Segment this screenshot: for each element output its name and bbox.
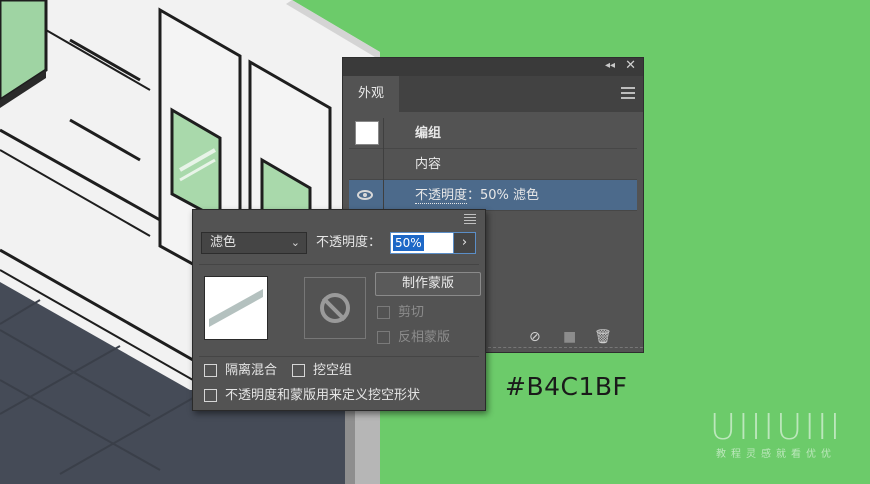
opacity-input[interactable]: 50% [390,232,454,254]
clip-label: 剪切 [398,305,425,320]
group-label: 编组 [415,126,442,141]
clear-appearance-icon[interactable]: ⊘ [529,330,541,344]
list-item-contents[interactable]: 内容 [349,149,637,180]
no-mask-icon [320,293,350,323]
blend-mode-value: 滤色 [210,235,237,250]
blend-mode-select[interactable]: 滤色 ⌄ [201,232,307,254]
opacity-slider-button[interactable]: › [454,232,476,254]
color-hex-label: #B4C1BF [505,372,628,401]
knockout-group-label: 挖空组 [313,363,353,378]
duplicate-item-icon[interactable]: ■ [563,330,576,344]
trash-icon[interactable]: 🗑 [594,330,612,344]
make-mask-button[interactable]: 制作蒙版 [375,272,481,296]
divider [199,356,479,357]
panel-titlebar: ◂◂ ✕ [343,58,643,76]
isolate-blending-checkbox[interactable] [204,364,217,377]
opacity-link[interactable]: 不透明度 [415,188,468,204]
list-menu-icon[interactable] [464,214,476,226]
opacity-mask-knockout-checkbox[interactable] [204,389,217,402]
list-item-group[interactable]: 编组 [349,118,637,149]
panel-resize-edge[interactable] [488,347,643,351]
watermark-subtitle: 教程灵感就看优优 [716,449,836,460]
tab-appearance[interactable]: 外观 [343,76,399,112]
panel-tabbar: 外观 [343,76,643,112]
knockout-group-checkbox[interactable] [292,364,305,377]
chevron-down-icon: ⌄ [290,236,300,249]
double-chevron-left-icon[interactable]: ◂◂ [605,60,615,71]
eye-icon[interactable] [357,190,373,200]
invert-mask-checkbox[interactable] [377,331,390,344]
hamburger-menu-icon[interactable] [621,87,635,102]
opacity-input-value: 50% [393,235,424,251]
divider [199,264,479,265]
appearance-list: 编组 内容 不透明度：50% 滤色 [349,118,637,211]
close-icon[interactable]: ✕ [625,58,636,73]
watermark: UIIIUIII 教程灵感就看优优 [700,407,852,461]
mask-thumbnail[interactable] [304,277,366,339]
list-item-opacity[interactable]: 不透明度：50% 滤色 [349,180,637,211]
watermark-logo: UIIIUIII [709,407,843,448]
contents-label: 内容 [415,157,442,172]
isolate-blending-label: 隔离混合 [225,363,278,378]
invert-mask-label: 反相蒙版 [398,330,451,345]
transparency-popup: 滤色 ⌄ 不透明度： 50% › 制作蒙版 剪切 反相蒙版 隔离混合 挖空组 不… [192,209,486,411]
opacity-mask-knockout-label: 不透明度和蒙版用来定义挖空形状 [225,388,421,403]
opacity-label: 不透明度： [316,235,382,250]
group-thumbnail [355,121,379,145]
opacity-value-text: ：50% 滤色 [467,188,540,203]
clip-checkbox[interactable] [377,306,390,319]
object-thumbnail[interactable] [204,276,268,340]
